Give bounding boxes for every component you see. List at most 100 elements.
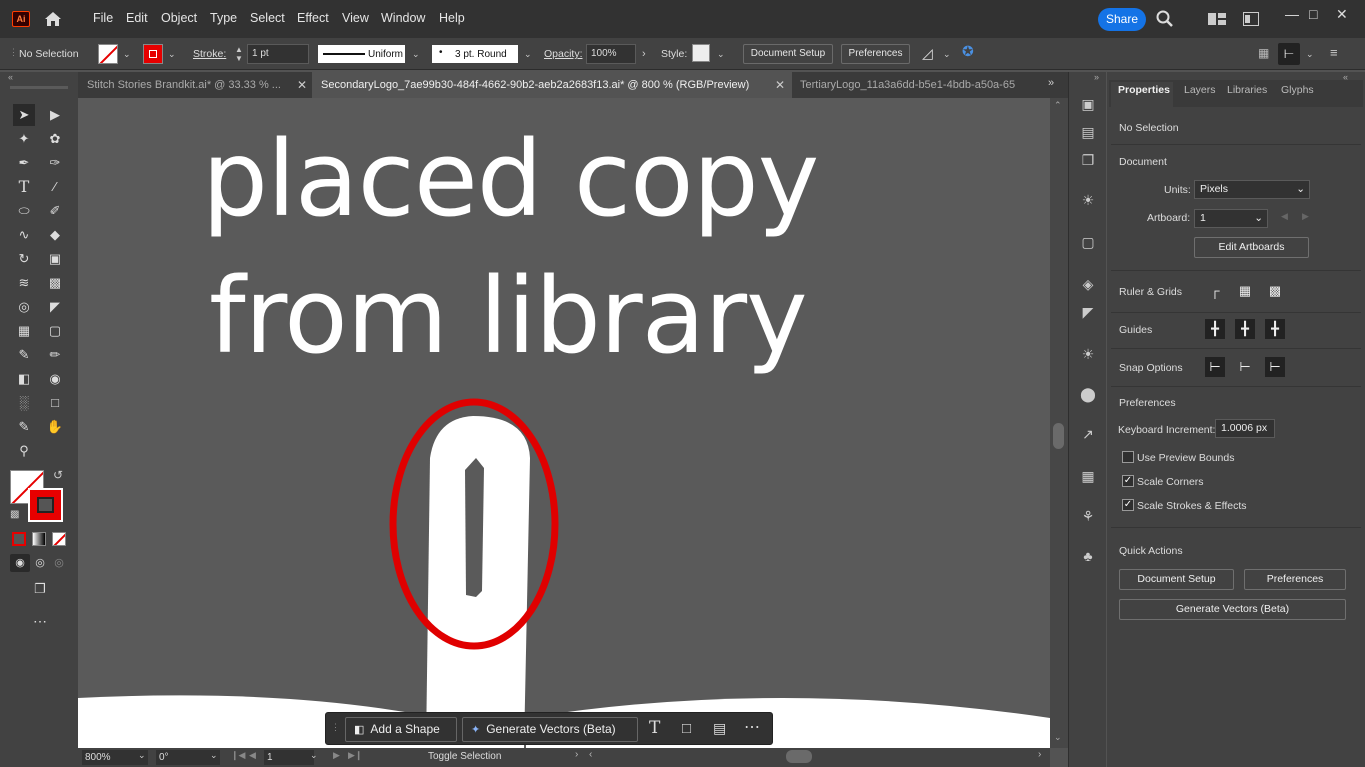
- draw-inside-icon[interactable]: ◎: [48, 552, 70, 574]
- artboard-canvas[interactable]: placed copy from library: [78, 98, 1050, 748]
- color-guide-icon[interactable]: ☀: [1078, 192, 1098, 212]
- generate-vectors-button[interactable]: ✦ Generate Vectors (Beta): [462, 717, 638, 742]
- tab-properties[interactable]: Properties: [1118, 84, 1170, 96]
- chevron-down-icon[interactable]: ⌄: [1306, 49, 1314, 60]
- arrange-documents-icon[interactable]: [1208, 12, 1226, 26]
- first-artboard-icon[interactable]: ❙◀: [231, 750, 245, 761]
- smart-guides-icon[interactable]: ╋: [1265, 319, 1285, 339]
- puppet-warp-icon[interactable]: ⚘: [1078, 508, 1098, 528]
- chevron-down-icon[interactable]: ⌄: [310, 750, 318, 761]
- type-icon[interactable]: T: [649, 718, 660, 738]
- chevron-down-icon[interactable]: ⌄: [524, 49, 532, 60]
- menu-select[interactable]: Select: [250, 11, 285, 25]
- shaper-tool-icon[interactable]: ∿: [13, 224, 35, 246]
- scale-strokes-checkbox[interactable]: ✓: [1122, 499, 1134, 511]
- show-guides-icon[interactable]: ╋: [1205, 319, 1225, 339]
- artboard-field[interactable]: 1 ⌄: [1194, 209, 1268, 228]
- chevron-down-icon[interactable]: ⌄: [717, 49, 725, 60]
- panel-grid-icon[interactable]: ▦: [1258, 46, 1269, 60]
- scroll-thumb[interactable]: [1053, 423, 1064, 449]
- shape-builder-tool-icon[interactable]: ◎: [13, 296, 35, 318]
- close-icon[interactable]: ✕: [775, 78, 785, 92]
- home-icon[interactable]: [43, 9, 63, 29]
- variable-width-profile[interactable]: Uniform: [318, 45, 405, 63]
- qa-generate-vectors-button[interactable]: Generate Vectors (Beta): [1119, 599, 1346, 620]
- blend-tool-icon[interactable]: ◧: [13, 368, 35, 390]
- ellipse-tool-icon[interactable]: ⬭: [13, 200, 35, 222]
- use-preview-bounds-checkbox[interactable]: [1122, 451, 1134, 463]
- units-dropdown[interactable]: Pixels ⌄: [1194, 180, 1310, 199]
- menu-view[interactable]: View: [342, 11, 369, 25]
- mesh-tool-icon[interactable]: ▦: [13, 320, 35, 342]
- zoom-tool-icon[interactable]: ⚲: [13, 440, 35, 462]
- artboards-panel-icon[interactable]: ▦: [1078, 468, 1098, 488]
- stroke-swatch[interactable]: [143, 44, 163, 64]
- chevron-down-icon[interactable]: ⌄: [168, 49, 176, 60]
- paintbrush-tool-icon[interactable]: ✐: [44, 200, 66, 222]
- crop-icon[interactable]: □: [682, 720, 691, 737]
- lasso-tool-icon[interactable]: ✿: [44, 128, 66, 150]
- menu-effect[interactable]: Effect: [297, 11, 329, 25]
- edit-toolbar-icon[interactable]: ⋯: [29, 610, 51, 632]
- tab-stitch-stories[interactable]: Stitch Stories Brandkit.ai* @ 33.33 % ..…: [78, 72, 310, 98]
- vertical-scrollbar[interactable]: ⌃ ⌄: [1050, 98, 1068, 748]
- fill-swatch[interactable]: [98, 44, 118, 64]
- artboard-tool-icon[interactable]: □: [44, 392, 66, 414]
- symbol-sprayer-tool-icon[interactable]: ◉: [44, 368, 66, 390]
- maximize-icon[interactable]: □: [1309, 6, 1317, 22]
- snap-to-grid-icon[interactable]: ⊢: [1235, 357, 1255, 377]
- collapse-icon[interactable]: «: [8, 72, 13, 82]
- perspective-grid-tool-icon[interactable]: ◤: [44, 296, 66, 318]
- stroke-weight-field[interactable]: 1 pt: [247, 44, 309, 64]
- curvature-tool-icon[interactable]: ✑: [44, 152, 66, 174]
- scroll-right-icon[interactable]: ›: [1038, 749, 1041, 760]
- screen-mode-icon[interactable]: ❐: [29, 578, 51, 600]
- chevron-right-icon[interactable]: ›: [642, 48, 646, 60]
- tab-layers[interactable]: Layers: [1184, 84, 1216, 96]
- edit-artboards-button[interactable]: Edit Artboards: [1194, 237, 1309, 258]
- line-tool-icon[interactable]: ∕: [44, 176, 66, 198]
- pathfinder-panel-icon[interactable]: ❐: [1078, 152, 1098, 172]
- scale-tool-icon[interactable]: ▣: [44, 248, 66, 270]
- overflow-tabs-icon[interactable]: »: [1048, 77, 1054, 89]
- menu-edit[interactable]: Edit: [126, 11, 148, 25]
- align-icon[interactable]: ◿: [922, 45, 933, 62]
- tab-tertiary-logo[interactable]: TertiaryLogo_11a3a6dd-b5e1-4bdb-a50a-65: [791, 72, 1028, 98]
- hand-tool-icon[interactable]: ✋: [44, 416, 66, 438]
- preferences-button[interactable]: Preferences: [841, 44, 910, 64]
- selection-tool-icon[interactable]: ➤: [13, 104, 35, 126]
- measure-tool-icon[interactable]: ✏: [44, 344, 66, 366]
- collapse-icon[interactable]: »: [1094, 72, 1099, 82]
- none-mode-icon[interactable]: [52, 532, 66, 546]
- horizontal-scroll-thumb[interactable]: [786, 750, 812, 763]
- magic-wand-tool-icon[interactable]: ✦: [13, 128, 35, 150]
- color-mode-icon[interactable]: [12, 532, 26, 546]
- chevron-down-icon[interactable]: ⌄: [138, 750, 146, 761]
- panel-menu-icon[interactable]: ≡: [1330, 45, 1338, 60]
- logo-artwork[interactable]: [78, 98, 1050, 748]
- grid-icon[interactable]: ▦: [1235, 281, 1255, 301]
- tab-secondary-logo[interactable]: SecondaryLogo_7ae99b30-484f-4662-90b2-ae…: [312, 72, 792, 98]
- transparency-grid-icon[interactable]: ▩: [1265, 281, 1285, 301]
- transparency-panel-icon[interactable]: ◤: [1078, 304, 1098, 324]
- snap-to-pixel-icon[interactable]: ⊢: [1265, 357, 1285, 377]
- document-setup-button[interactable]: Document Setup: [743, 44, 833, 64]
- eyedropper-tool-icon[interactable]: ✎: [13, 344, 35, 366]
- minimize-icon[interactable]: —: [1285, 6, 1299, 22]
- direct-selection-tool-icon[interactable]: ▶: [44, 104, 66, 126]
- chevron-down-icon[interactable]: ⌄: [943, 49, 951, 60]
- brush-definition[interactable]: • 3 pt. Round: [432, 45, 518, 63]
- stroke-color-box[interactable]: [28, 488, 63, 522]
- scale-corners-checkbox[interactable]: ✓: [1122, 475, 1134, 487]
- scroll-down-icon[interactable]: ⌄: [1054, 732, 1062, 743]
- warp-tool-icon[interactable]: ≋: [13, 272, 35, 294]
- lock-guides-icon[interactable]: ╋: [1235, 319, 1255, 339]
- qa-document-setup-button[interactable]: Document Setup: [1119, 569, 1234, 590]
- next-artboard-icon[interactable]: ▶: [1302, 211, 1309, 222]
- free-transform-tool-icon[interactable]: ▩: [44, 272, 66, 294]
- chevron-down-icon[interactable]: ⌄: [412, 49, 420, 60]
- scroll-up-icon[interactable]: ⌃: [1054, 100, 1062, 111]
- menu-window[interactable]: Window: [381, 11, 425, 25]
- stroke-label[interactable]: Stroke:: [193, 48, 226, 60]
- export-panel-icon[interactable]: ↗: [1078, 426, 1098, 446]
